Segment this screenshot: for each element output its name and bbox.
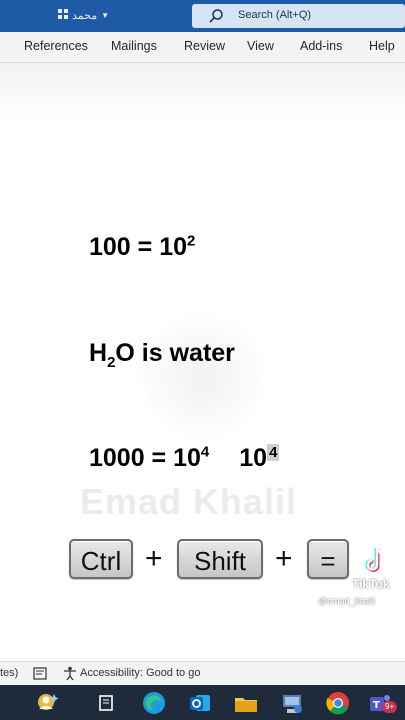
- search-placeholder: Search (Alt+Q): [238, 9, 312, 21]
- plus-sign-2: +: [275, 542, 293, 575]
- selected-exponent[interactable]: 4: [267, 443, 280, 461]
- tab-review[interactable]: Review: [184, 39, 225, 53]
- account-name: محمد: [72, 10, 98, 22]
- equation-3-base: 1000 = 10: [89, 444, 201, 472]
- teams-notification-badge: 9+: [382, 701, 398, 713]
- chrome-icon[interactable]: [324, 689, 352, 717]
- accessibility-status[interactable]: Accessibility: Good to go: [80, 667, 200, 679]
- outlook-icon[interactable]: [186, 689, 214, 717]
- tab-view[interactable]: View: [247, 39, 274, 53]
- search-box[interactable]: Search (Alt+Q): [192, 4, 405, 28]
- tab-add-ins[interactable]: Add-ins: [300, 39, 342, 53]
- title-bar: محمد ▼ Search (Alt+Q): [0, 0, 405, 32]
- network-drive-icon[interactable]: [278, 689, 306, 717]
- status-bar: tes) Accessibility: Good to go: [0, 661, 405, 686]
- watermark-text: Emad Khalil: [80, 481, 298, 522]
- equation-line-3: 1000 = 104 10 4: [89, 443, 280, 473]
- shift-key: Shift: [177, 539, 263, 579]
- tab-help[interactable]: Help: [369, 39, 395, 53]
- search-highlight-icon[interactable]: [34, 689, 62, 717]
- document-page[interactable]: Emad Khalil 100 = 102 H2O is water 1000 …: [0, 63, 405, 661]
- file-explorer-icon[interactable]: [232, 689, 260, 717]
- task-view-icon[interactable]: [92, 689, 120, 717]
- equals-key: =: [307, 539, 349, 579]
- tab-references[interactable]: References: [24, 39, 88, 53]
- water-line: H2O is water: [89, 339, 235, 370]
- equation-line-1: 100 = 102: [89, 233, 195, 262]
- account-menu[interactable]: محمد ▼: [58, 9, 109, 22]
- tab-mailings[interactable]: Mailings: [111, 39, 157, 53]
- equation-3-base2: 10: [239, 444, 268, 472]
- proofing-icon[interactable]: [33, 667, 47, 680]
- account-icon: [58, 9, 68, 22]
- accessibility-icon: [64, 666, 76, 681]
- tiktok-handle: @emad_khalil: [318, 596, 376, 606]
- taskbar: T: [0, 685, 405, 720]
- chevron-down-icon: ▼: [101, 11, 110, 20]
- water-prefix: H: [89, 339, 108, 367]
- watermark-avatar: [138, 313, 266, 441]
- equation-1-base: 100 = 10: [89, 233, 188, 261]
- ribbon-tabs: References Mailings Review View Add-ins …: [0, 32, 405, 63]
- edge-browser-icon[interactable]: [140, 689, 168, 717]
- water-suffix: O is water: [115, 339, 235, 367]
- search-icon: [209, 9, 223, 23]
- equation-3-exponent: 4: [200, 443, 210, 461]
- tiktok-brand: TikTok: [352, 577, 390, 591]
- plus-sign-1: +: [145, 542, 163, 575]
- ctrl-key: Ctrl: [69, 539, 133, 579]
- svg-text:T: T: [373, 700, 380, 711]
- status-word-count[interactable]: tes): [0, 667, 18, 679]
- tiktok-logo-icon: [365, 547, 385, 572]
- equation-1-exponent: 2: [187, 232, 196, 250]
